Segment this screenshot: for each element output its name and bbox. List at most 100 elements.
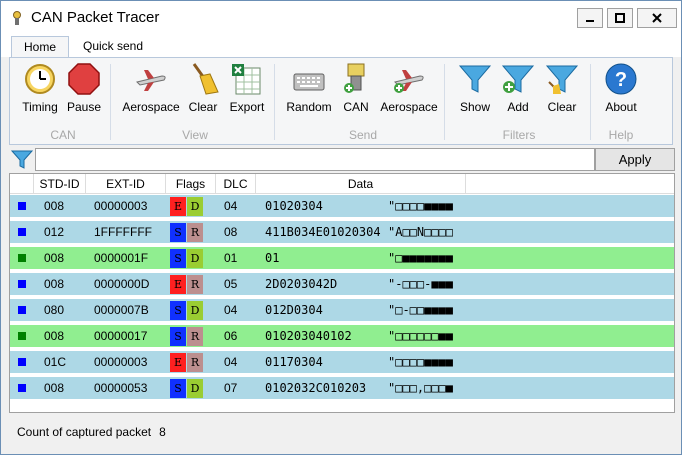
aerospace-send-button[interactable]: Aerospace <box>378 62 440 114</box>
header-dlc[interactable]: DLC <box>216 174 256 194</box>
data-ascii-cell: "A□□N□□□□ <box>388 225 454 239</box>
row-indicator <box>18 384 26 392</box>
clear-filter-button[interactable]: Clear <box>542 62 582 114</box>
funnel-add-icon <box>501 65 535 93</box>
table-row[interactable]: 080 0000007B S D 04 012D0304 "□-□□■■■■ <box>10 299 674 322</box>
data-hex-cell: 010203040102 <box>265 329 352 343</box>
close-icon <box>652 13 662 23</box>
packet-grid[interactable]: STD-ID EXT-ID Flags DLC Data 008 00000003… <box>9 173 675 413</box>
apply-button[interactable]: Apply <box>595 148 675 171</box>
header-data[interactable]: Data <box>256 174 466 194</box>
data-hex-cell: 01 <box>265 251 280 265</box>
maximize-button[interactable] <box>607 8 633 28</box>
flag-type-cell: S <box>170 327 186 346</box>
aerospace-view-button[interactable]: Aerospace <box>120 62 182 114</box>
add-filter-button[interactable]: Add <box>500 62 536 114</box>
ext-id-cell: 0000000D <box>94 277 150 291</box>
flag-frame-cell: R <box>187 275 203 294</box>
table-row[interactable]: 008 0000001F S D 01 01 "□■■■■■■■ <box>10 247 674 270</box>
random-button[interactable]: Random <box>284 62 334 114</box>
dlc-cell: 05 <box>224 277 238 291</box>
std-id-cell: 01C <box>44 355 67 369</box>
table-row[interactable]: 008 0000000D E R 05 2D0203042D "-□□□-■■■ <box>10 273 674 296</box>
data-ascii-cell: "□□□□■■■■ <box>388 199 454 213</box>
clear-view-button[interactable]: Clear <box>184 62 222 114</box>
close-button[interactable] <box>637 8 677 28</box>
main-window: CAN Packet Tracer Home Quick send Timing <box>0 0 682 455</box>
header-ext-id[interactable]: EXT-ID <box>86 174 166 194</box>
table-row[interactable]: 008 00000053 S D 07 0102032C010203 "□□□,□□□■ <box>10 377 674 400</box>
export-button[interactable]: Export <box>226 62 268 114</box>
flag-type-cell: S <box>170 223 186 242</box>
timing-button[interactable]: Timing <box>20 62 60 114</box>
packet-count-label: Count of captured packet <box>17 425 152 439</box>
table-row[interactable]: 008 00000017 S R 06 010203040102 "□□□□□□■■ <box>10 325 674 348</box>
dlc-cell: 04 <box>224 199 238 213</box>
ext-id-cell: 00000017 <box>94 329 148 343</box>
flag-type-cell: S <box>170 301 186 320</box>
group-filters: Filters <box>502 128 536 142</box>
data-ascii-cell: "□□□,□□□■ <box>388 381 454 395</box>
flag-type-cell: S <box>170 249 186 268</box>
data-hex-cell: 01170304 <box>265 355 323 369</box>
clock-icon <box>25 64 55 94</box>
table-row[interactable]: 008 00000003 E D 04 01020304 "□□□□■■■■ <box>10 195 674 218</box>
keyboard-icon <box>293 73 325 91</box>
row-indicator <box>18 280 26 288</box>
tab-home[interactable]: Home <box>11 36 70 57</box>
table-row[interactable]: 012 1FFFFFFF S R 08 411B034E01020304 "A□□N□□□□ <box>10 221 674 244</box>
table-row[interactable]: 01C 00000003 E R 04 01170304 "□□□□■■■■ <box>10 351 674 374</box>
std-id-cell: 012 <box>44 225 65 239</box>
about-button[interactable]: ? About <box>600 62 642 114</box>
row-indicator <box>18 228 26 236</box>
data-ascii-cell: "-□□□-■■■ <box>388 277 454 291</box>
dlc-cell: 01 <box>224 251 238 265</box>
airplane-icon <box>136 70 166 91</box>
std-id-cell: 008 <box>44 199 65 213</box>
pause-button[interactable]: Pause <box>64 62 104 114</box>
grid-header: STD-ID EXT-ID Flags DLC Data <box>10 174 674 194</box>
packet-count: 8 <box>159 425 166 439</box>
filter-input[interactable] <box>35 148 595 171</box>
help-icon: ? <box>605 63 637 95</box>
dlc-cell: 04 <box>224 355 238 369</box>
flag-type-cell: S <box>170 379 186 398</box>
tab-quick-send[interactable]: Quick send <box>71 36 155 57</box>
std-id-cell: 080 <box>44 303 65 317</box>
ext-id-cell: 1FFFFFFF <box>94 225 152 239</box>
minimize-icon <box>586 20 594 22</box>
data-hex-cell: 411B034E01020304 <box>265 225 381 239</box>
ribbon: Timing Pause CAN Aerospace Clear Export … <box>9 57 673 145</box>
row-indicator <box>18 306 26 314</box>
minimize-button[interactable] <box>577 8 603 28</box>
excel-icon <box>232 64 261 95</box>
data-hex-cell: 012D0304 <box>265 303 323 317</box>
svg-text:?: ? <box>615 69 627 91</box>
dlc-cell: 04 <box>224 303 238 317</box>
header-flags[interactable]: Flags <box>166 174 216 194</box>
window-title: CAN Packet Tracer <box>31 9 160 26</box>
maximize-icon <box>615 13 625 23</box>
ribbon-tabs: Home Quick send <box>1 33 681 57</box>
ext-id-cell: 00000053 <box>94 381 148 395</box>
dlc-cell: 08 <box>224 225 238 239</box>
can-send-button[interactable]: CAN <box>336 62 376 114</box>
header-std-id[interactable]: STD-ID <box>34 174 86 194</box>
std-id-cell: 008 <box>44 381 65 395</box>
header-cell <box>10 174 34 194</box>
separator <box>590 64 591 140</box>
title-bar: CAN Packet Tracer <box>1 1 681 33</box>
show-filter-button[interactable]: Show <box>454 62 496 114</box>
data-ascii-cell: "□-□□■■■■ <box>388 303 454 317</box>
data-hex-cell: 01020304 <box>265 199 323 213</box>
separator <box>274 64 275 140</box>
separator <box>444 64 445 140</box>
flag-type-cell: E <box>170 197 186 216</box>
std-id-cell: 008 <box>44 277 65 291</box>
flag-frame-cell: R <box>187 327 203 346</box>
ext-id-cell: 0000001F <box>94 251 149 265</box>
std-id-cell: 008 <box>44 251 65 265</box>
dlc-cell: 06 <box>224 329 238 343</box>
funnel-icon <box>458 65 492 93</box>
data-ascii-cell: "□■■■■■■■ <box>388 251 454 265</box>
